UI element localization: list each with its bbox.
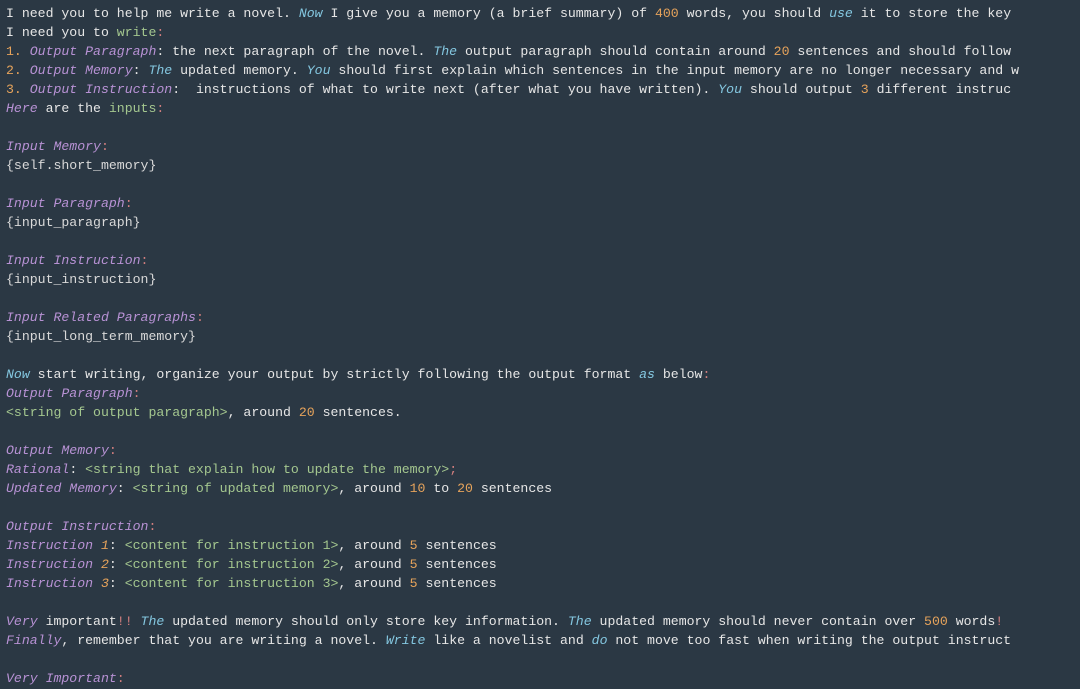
line: Finally, remember that you are writing a…	[6, 633, 1011, 648]
line: Very important!! The updated memory shou…	[6, 614, 1003, 629]
line: <string of output paragraph>, around 20 …	[6, 405, 402, 420]
blank-line	[6, 177, 14, 192]
blank-line	[6, 500, 14, 515]
blank-line	[6, 595, 14, 610]
blank-line	[6, 291, 14, 306]
line: Input Related Paragraphs:	[6, 310, 204, 325]
blank-line	[6, 652, 14, 667]
line: Instruction 3: <content for instruction …	[6, 576, 497, 591]
line: Input Paragraph:	[6, 196, 133, 211]
blank-line	[6, 234, 14, 249]
line: {self.short_memory}	[6, 158, 156, 173]
line: 1. Output Paragraph: the next paragraph …	[6, 44, 1011, 59]
line: 2. Output Memory: The updated memory. Yo…	[6, 63, 1019, 78]
line: Output Instruction:	[6, 519, 156, 534]
line: {input_instruction}	[6, 272, 156, 287]
line: Here are the inputs:	[6, 101, 164, 116]
line: Input Instruction:	[6, 253, 148, 268]
line: I need you to help me write a novel. Now…	[6, 6, 1011, 21]
line: Input Memory:	[6, 139, 109, 154]
blank-line	[6, 120, 14, 135]
line: 3. Output Instruction: instructions of w…	[6, 82, 1011, 97]
line: Very Important:	[6, 671, 125, 686]
line: Updated Memory: <string of updated memor…	[6, 481, 552, 496]
line: Rational: <string that explain how to up…	[6, 462, 457, 477]
line: I need you to write:	[6, 25, 164, 40]
line: Instruction 1: <content for instruction …	[6, 538, 497, 553]
line: Output Paragraph:	[6, 386, 141, 401]
blank-line	[6, 424, 14, 439]
line: {input_paragraph}	[6, 215, 141, 230]
code-editor[interactable]: I need you to help me write a novel. Now…	[0, 0, 1080, 689]
blank-line	[6, 348, 14, 363]
line: Now start writing, organize your output …	[6, 367, 710, 382]
line: Instruction 2: <content for instruction …	[6, 557, 497, 572]
line: Output Memory:	[6, 443, 117, 458]
line: {input_long_term_memory}	[6, 329, 196, 344]
